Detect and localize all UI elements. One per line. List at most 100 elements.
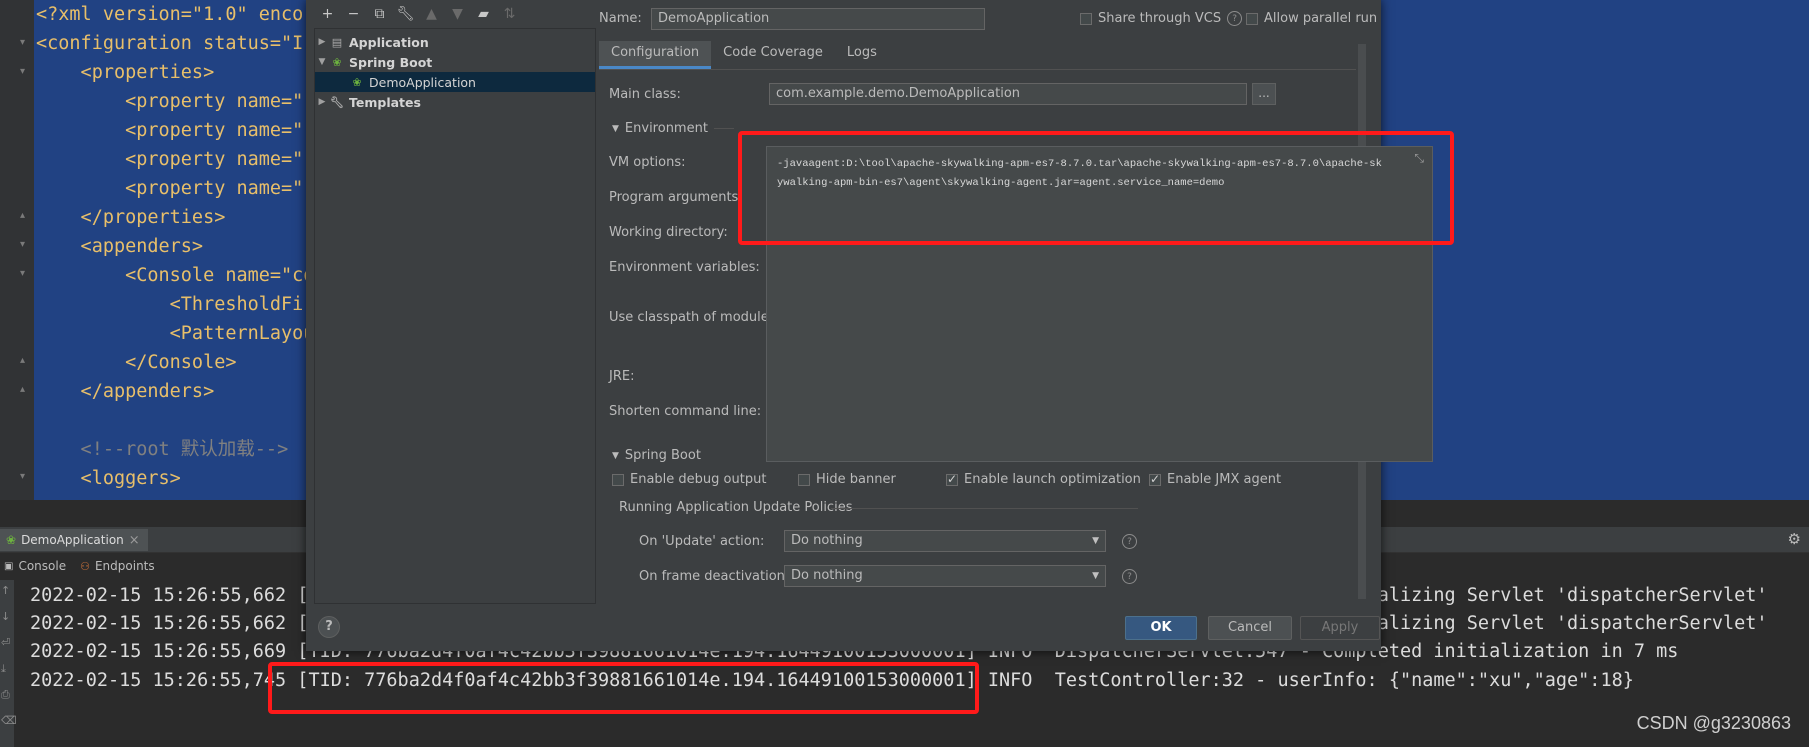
run-tab-demoapplication[interactable]: ❀ DemoApplication × bbox=[0, 529, 148, 551]
down-arrow-icon[interactable]: ↓ bbox=[1, 610, 10, 623]
frame-deactivation-label: On frame deactivation: bbox=[639, 569, 790, 584]
ok-button[interactable]: OK bbox=[1125, 616, 1197, 640]
spring-boot-icon: ❀ bbox=[6, 533, 17, 547]
environment-label: Environment bbox=[624, 121, 708, 136]
code-line: <property name=" bbox=[36, 91, 304, 112]
fold-icon[interactable]: ▴ bbox=[20, 211, 30, 221]
program-arguments-label: Program arguments: bbox=[609, 190, 743, 205]
checkbox-box[interactable] bbox=[946, 472, 958, 486]
classpath-module-label: Use classpath of module: bbox=[609, 310, 774, 325]
tree-item-spring-boot[interactable]: ▼ ❀ Spring Boot bbox=[315, 52, 595, 72]
run-subtabs: ▣ Console ⚇ Endpoints bbox=[0, 555, 165, 577]
spring-boot-section[interactable]: ▼ Spring Boot bbox=[612, 448, 701, 463]
code-line: <properties> bbox=[36, 62, 215, 83]
tab-logs[interactable]: Logs bbox=[835, 41, 889, 69]
name-input[interactable]: DemoApplication bbox=[651, 8, 985, 30]
chevron-down-icon[interactable]: ▼ bbox=[612, 451, 619, 461]
config-tabs: Configuration Code Coverage Logs bbox=[599, 41, 889, 69]
spring-boot-icon: ❀ bbox=[332, 55, 342, 69]
add-icon[interactable]: + bbox=[318, 6, 337, 22]
move-up-icon[interactable]: ▲ bbox=[422, 6, 441, 22]
debug-output-checkbox[interactable]: Enable debug output bbox=[612, 472, 766, 487]
code-line: </appenders> bbox=[36, 381, 215, 402]
wrench-icon: 🔧︎ bbox=[330, 95, 344, 109]
up-arrow-icon[interactable]: ↑ bbox=[1, 584, 10, 597]
wrap-icon[interactable]: ⏎ bbox=[1, 636, 10, 649]
help-icon[interactable]: ? bbox=[1122, 534, 1137, 549]
console-side-toolbar: ↑ ↓ ⏎ ⤓ ⎙ ⌫ bbox=[0, 580, 17, 747]
code-line: <appenders> bbox=[36, 236, 204, 257]
checkbox-box[interactable] bbox=[798, 473, 810, 486]
tab-code-coverage[interactable]: Code Coverage bbox=[711, 41, 835, 69]
update-policies-title: Running Application Update Policies bbox=[619, 500, 853, 515]
code-line: <property name=" bbox=[36, 120, 304, 141]
frame-deactivation-select[interactable]: Do nothing ▼ bbox=[784, 565, 1106, 587]
help-icon[interactable]: ? bbox=[1122, 569, 1137, 584]
move-down-icon[interactable]: ▼ bbox=[448, 6, 467, 22]
watermark: CSDN @g3230863 bbox=[1636, 713, 1791, 733]
copy-icon[interactable]: ⧉ bbox=[370, 6, 389, 22]
checkbox-box[interactable] bbox=[1149, 472, 1161, 486]
sort-icon[interactable]: ⇅ bbox=[500, 6, 519, 22]
update-action-value: Do nothing bbox=[791, 533, 863, 548]
folder-icon[interactable]: ▰ bbox=[474, 6, 493, 22]
tab-endpoints-label: Endpoints bbox=[94, 559, 155, 573]
name-label: Name: bbox=[599, 11, 642, 26]
code-comment: <!--root 默认加载--> bbox=[36, 439, 289, 460]
checkbox-box[interactable] bbox=[612, 473, 624, 486]
update-action-label: On 'Update' action: bbox=[639, 534, 765, 549]
wrench-icon[interactable]: 🔧︎ bbox=[396, 6, 415, 22]
update-action-select[interactable]: Do nothing ▼ bbox=[784, 530, 1106, 552]
tree-item-label: Spring Boot bbox=[349, 54, 433, 70]
code-line: <?xml version="1.0" enco bbox=[36, 4, 304, 25]
fold-icon[interactable]: ▾ bbox=[20, 240, 30, 250]
scroll-end-icon[interactable]: ⤓ bbox=[1, 662, 6, 676]
chevron-right-icon[interactable]: ▶ bbox=[315, 97, 329, 107]
checkbox-box[interactable] bbox=[1080, 12, 1092, 25]
code-line: <property name=" bbox=[36, 149, 304, 170]
launch-optimization-checkbox[interactable]: Enable launch optimization bbox=[946, 472, 1141, 487]
code-line: </properties> bbox=[36, 207, 226, 228]
hide-banner-checkbox[interactable]: Hide banner bbox=[798, 472, 896, 487]
chevron-down-icon[interactable]: ▼ bbox=[315, 57, 329, 67]
share-vcs-checkbox[interactable]: Share through VCS ? bbox=[1080, 11, 1243, 26]
environment-variables-label: Environment variables: bbox=[609, 260, 760, 275]
tree-item-label: DemoApplication bbox=[369, 74, 476, 90]
fold-icon[interactable]: ▴ bbox=[20, 356, 30, 366]
fold-icon[interactable]: ▾ bbox=[20, 269, 30, 279]
tree-item-templates[interactable]: ▶ 🔧︎ Templates bbox=[315, 92, 595, 112]
console-icon: ▣ bbox=[4, 560, 14, 572]
close-icon[interactable]: × bbox=[129, 533, 140, 548]
tab-console[interactable]: ▣ Console bbox=[0, 555, 76, 577]
jmx-agent-label: Enable JMX agent bbox=[1167, 472, 1282, 487]
tab-endpoints[interactable]: ⚇ Endpoints bbox=[76, 555, 165, 577]
remove-icon[interactable]: − bbox=[344, 6, 363, 22]
frame-deactivation-value: Do nothing bbox=[791, 568, 863, 583]
working-directory-label: Working directory: bbox=[609, 225, 728, 240]
trash-icon[interactable]: ⌫ bbox=[1, 714, 17, 727]
cancel-button[interactable]: Cancel bbox=[1208, 616, 1292, 640]
chevron-down-icon[interactable]: ▼ bbox=[612, 124, 619, 134]
environment-section[interactable]: ▼ Environment bbox=[612, 121, 734, 136]
fold-icon[interactable]: ▾ bbox=[20, 472, 30, 482]
fold-icon[interactable]: ▴ bbox=[20, 385, 30, 395]
apply-button[interactable]: Apply bbox=[1300, 616, 1380, 640]
fold-icon[interactable]: ▾ bbox=[20, 67, 30, 77]
browse-button[interactable]: ... bbox=[1252, 83, 1276, 105]
allow-parallel-checkbox[interactable]: Allow parallel run bbox=[1246, 11, 1377, 26]
checkbox-box[interactable] bbox=[1246, 12, 1258, 25]
fold-icon[interactable]: ▾ bbox=[20, 38, 30, 48]
configuration-tree[interactable]: ▶ ▤ Application ▼ ❀ Spring Boot ❀ DemoAp… bbox=[314, 28, 596, 604]
tab-configuration[interactable]: Configuration bbox=[599, 41, 712, 69]
code-line: <property name=" bbox=[36, 178, 304, 199]
main-class-input[interactable]: com.example.demo.DemoApplication bbox=[769, 83, 1247, 105]
gear-icon[interactable]: ⚙ bbox=[1788, 530, 1801, 548]
help-icon[interactable]: ? bbox=[1227, 11, 1243, 26]
tree-item-application[interactable]: ▶ ▤ Application bbox=[315, 32, 595, 52]
chevron-right-icon[interactable]: ▶ bbox=[315, 37, 329, 47]
print-icon[interactable]: ⎙ bbox=[1, 688, 10, 702]
tree-item-demoapplication[interactable]: ❀ DemoApplication bbox=[315, 72, 595, 92]
spring-boot-label: Spring Boot bbox=[624, 448, 701, 463]
jmx-agent-checkbox[interactable]: Enable JMX agent bbox=[1149, 472, 1281, 487]
help-button[interactable]: ? bbox=[318, 616, 340, 638]
